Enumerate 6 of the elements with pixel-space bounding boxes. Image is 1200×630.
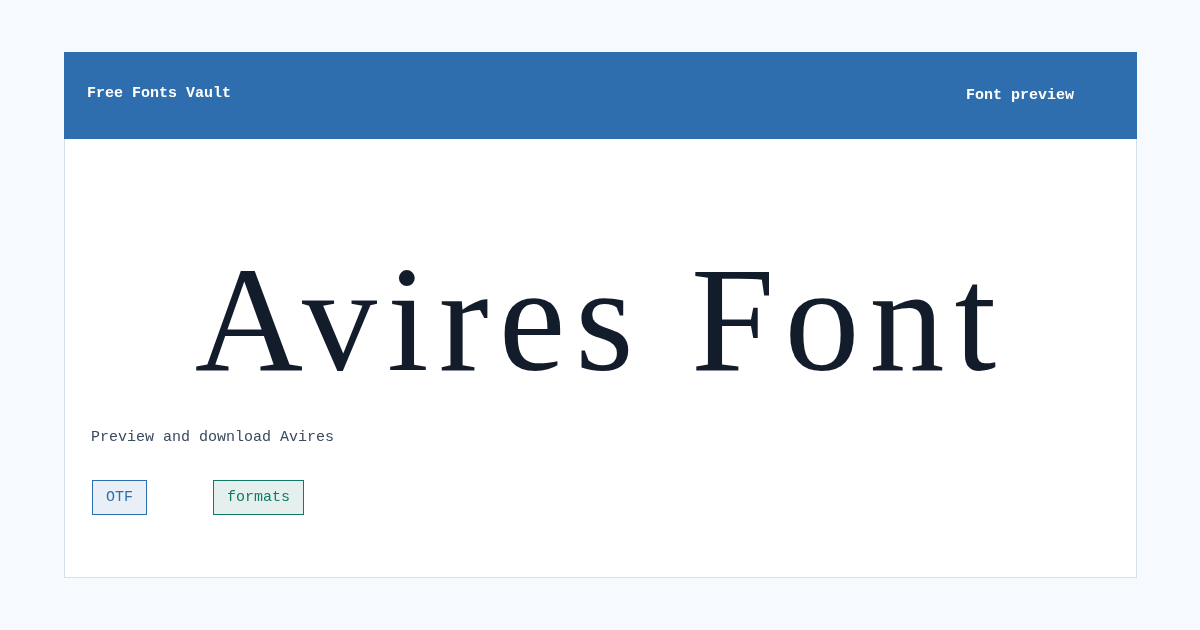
- header-label: Font preview: [965, 86, 1074, 105]
- tag: formats: [213, 480, 305, 515]
- tag: OTF: [92, 480, 147, 515]
- description-text: Preview and download Avires: [91, 428, 335, 448]
- font-specimen: Avires Font: [194, 244, 1007, 394]
- site-title: Free Fonts Vault: [87, 85, 232, 103]
